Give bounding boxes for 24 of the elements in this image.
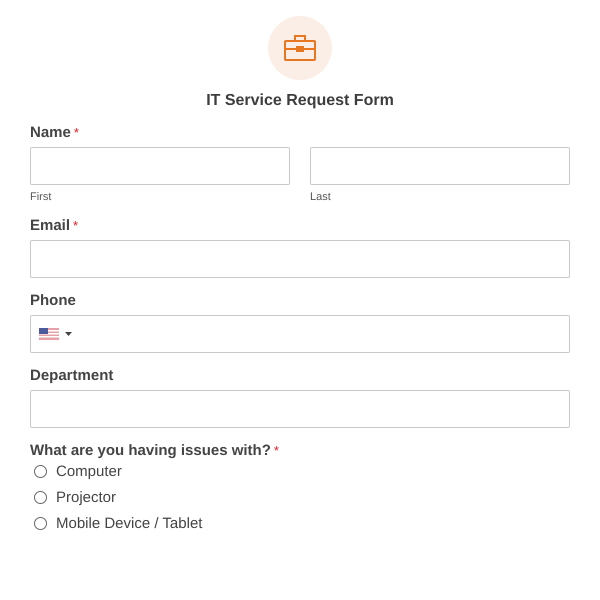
option-label: Projector [56, 489, 116, 506]
flag-icon [39, 328, 59, 340]
required-mark: * [73, 218, 78, 233]
phone-field[interactable] [30, 315, 570, 353]
required-mark: * [74, 125, 79, 140]
field-label: Phone [30, 292, 76, 309]
input-field[interactable] [310, 147, 570, 185]
sublabel: First [30, 191, 52, 203]
input-field[interactable] [30, 240, 570, 278]
required-mark: * [274, 443, 279, 458]
input-field[interactable] [30, 390, 570, 428]
field-label: Department [30, 367, 114, 384]
radio-button[interactable] [34, 517, 47, 530]
radio-button[interactable] [34, 491, 47, 504]
radio-button[interactable] [34, 465, 47, 478]
form-title: IT Service Request Form [206, 92, 394, 110]
field-label: Email [30, 217, 70, 234]
field-label: What are you having issues with? [30, 442, 271, 459]
field-label: Name [30, 124, 71, 141]
caret-icon [65, 332, 72, 336]
sublabel: Last [310, 191, 331, 203]
option-label: Mobile Device / Tablet [56, 515, 202, 532]
option-label: Computer [56, 463, 122, 480]
input-field[interactable] [30, 147, 290, 185]
